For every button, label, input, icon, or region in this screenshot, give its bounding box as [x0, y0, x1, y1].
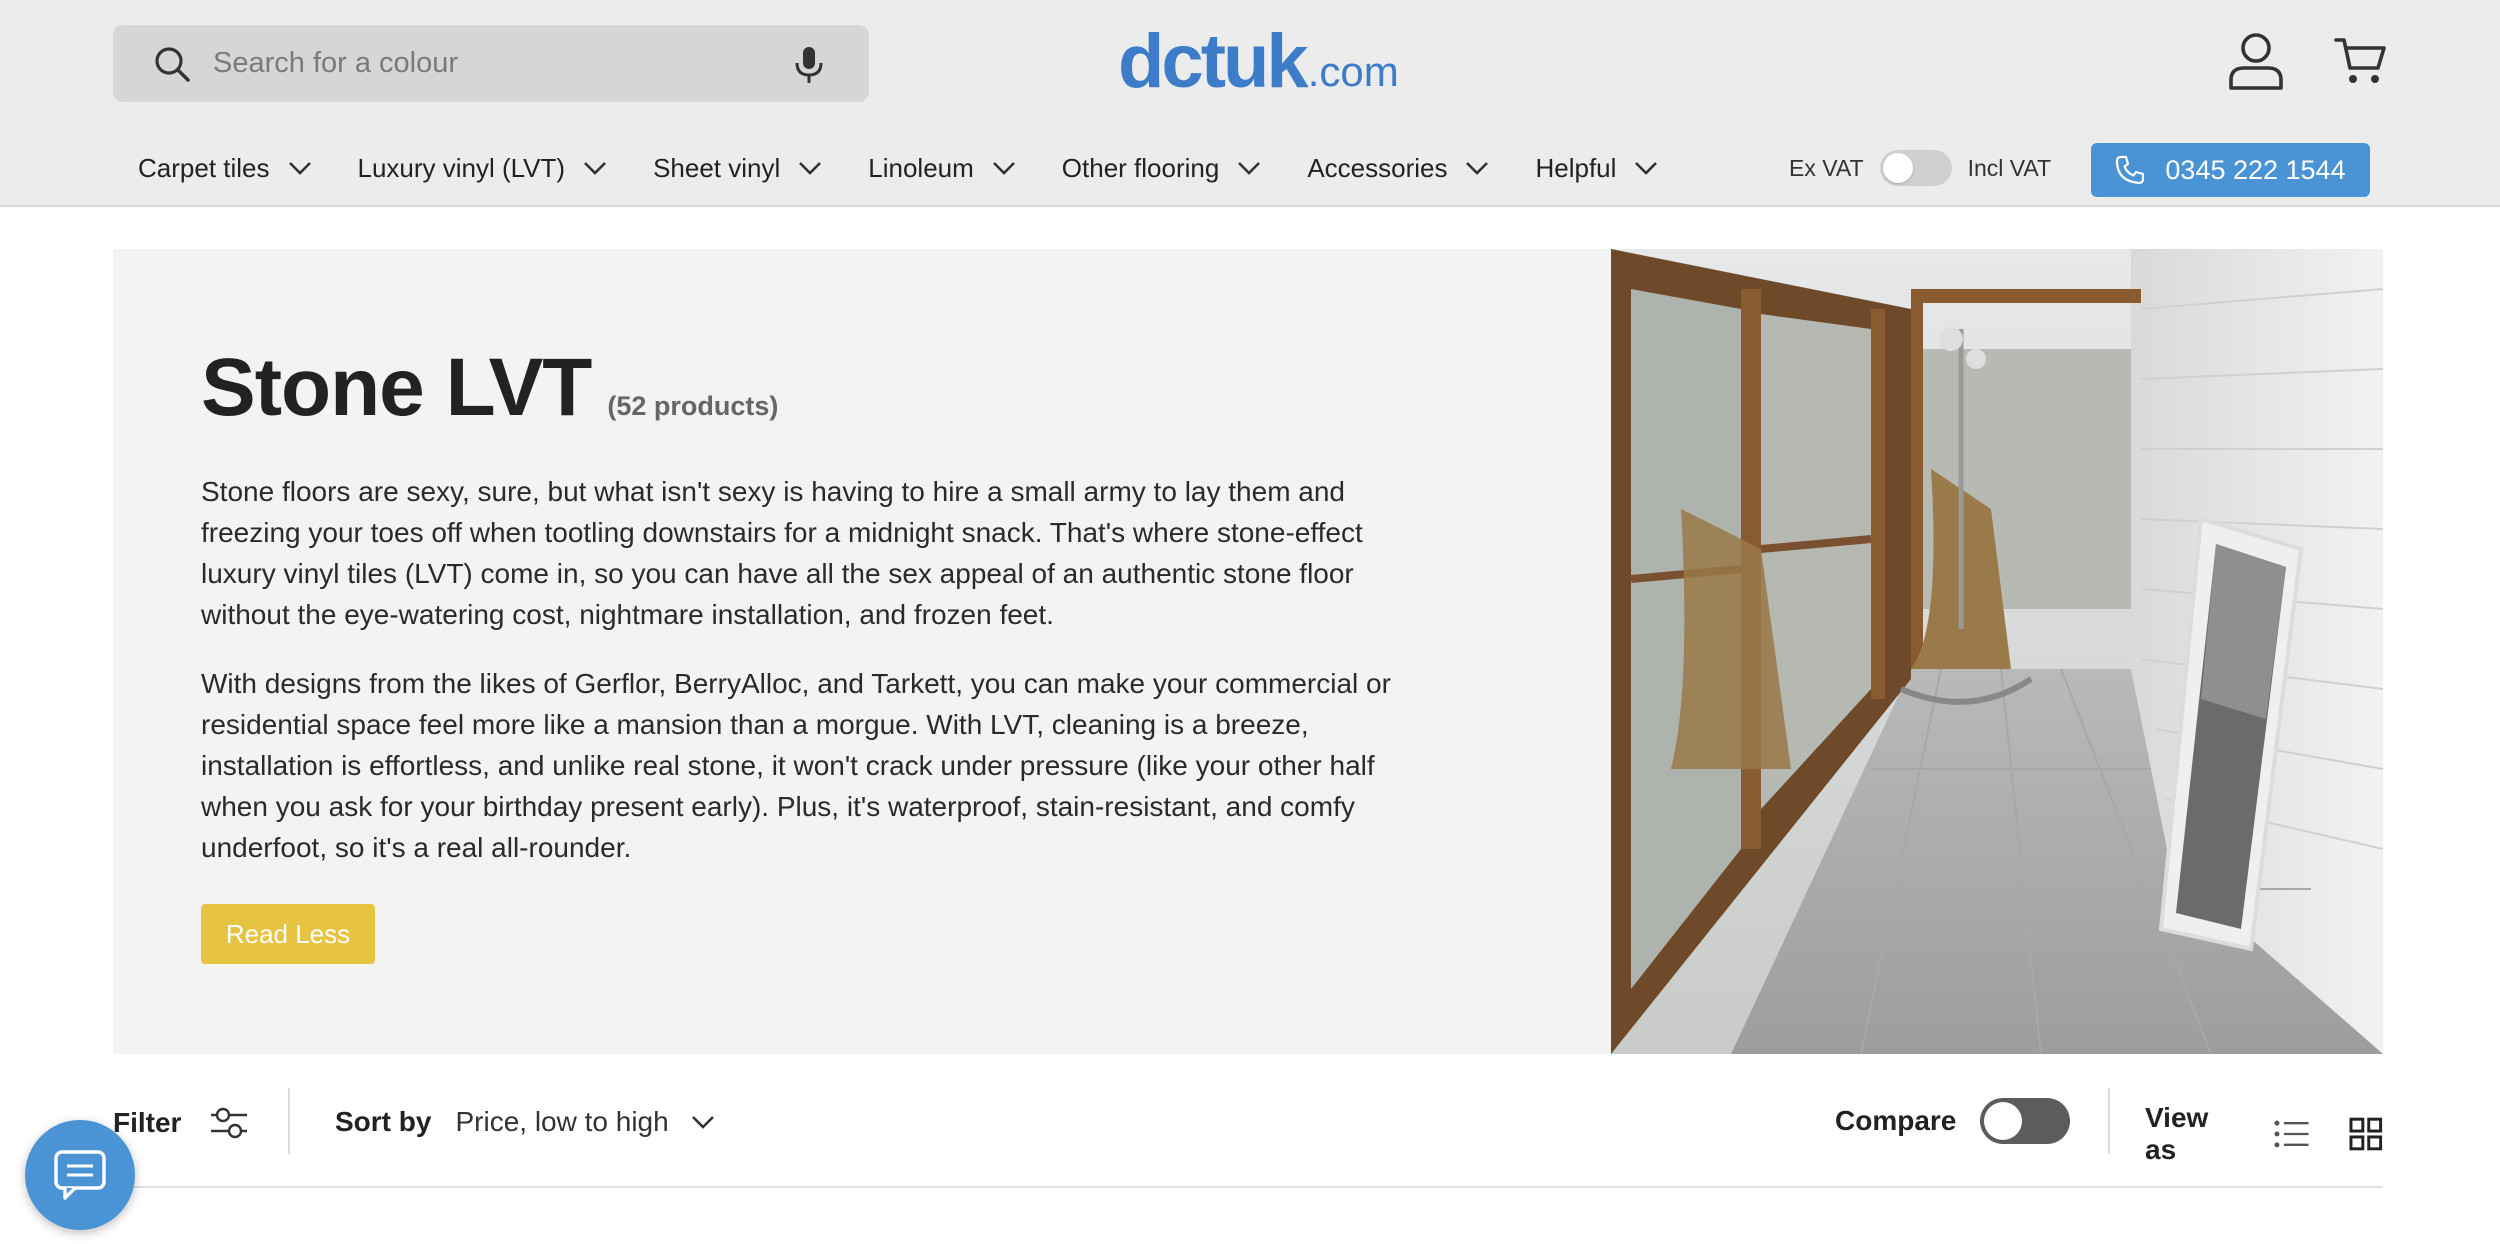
ex-vat-label: Ex VAT [1789, 154, 1864, 181]
nav-item-label: Accessories [1307, 152, 1448, 183]
main-navigation: Carpet tiles Luxury vinyl (LVT) Sheet vi… [138, 148, 1704, 188]
list-view-icon[interactable] [2274, 1119, 2310, 1149]
filter-button[interactable]: Filter [113, 1106, 249, 1140]
toolbar-divider [288, 1088, 290, 1154]
sort-label: Sort by [335, 1106, 432, 1137]
chevron-down-icon [1466, 162, 1489, 175]
compare-switch: Compare [1835, 1098, 2071, 1144]
chevron-down-icon [799, 162, 822, 175]
product-toolbar: Filter Sort by Price, low to high Compar… [113, 1078, 2383, 1188]
phone-button[interactable]: 0345 222 1544 [2091, 143, 2370, 197]
nav-item-label: Linoleum [868, 152, 974, 183]
nav-item-carpet-tiles[interactable]: Carpet tiles [138, 153, 312, 184]
search-input[interactable] [213, 25, 773, 102]
nav-item-sheet-vinyl[interactable]: Sheet vinyl [653, 153, 822, 184]
grid-view-icon[interactable] [2349, 1117, 2383, 1151]
phone-number: 0345 222 1544 [2165, 154, 2346, 185]
nav-item-luxury-vinyl[interactable]: Luxury vinyl (LVT) [358, 153, 608, 184]
view-as-label: View as [2145, 1102, 2209, 1165]
filter-label: Filter [113, 1107, 182, 1138]
nav-item-label: Carpet tiles [138, 152, 270, 183]
description-paragraph: Stone floors are sexy, sure, but what is… [201, 476, 1363, 630]
filter-icon [211, 1107, 248, 1139]
nav-item-label: Helpful [1535, 152, 1617, 183]
incl-vat-label: Incl VAT [1967, 154, 2052, 181]
vat-toggle[interactable] [1879, 150, 1952, 186]
site-header: dctuk .com Carpet tiles Luxury vinyl (LV… [0, 0, 2500, 207]
chat-icon [54, 1150, 106, 1200]
chevron-down-icon [584, 162, 606, 175]
chevron-down-icon [1238, 162, 1261, 175]
sort-value: Price, low to high [455, 1106, 669, 1137]
chevron-down-icon [288, 162, 311, 175]
title-row: Stone LVT (52 products) [201, 341, 1391, 435]
nav-item-accessories[interactable]: Accessories [1307, 153, 1489, 184]
product-count: (52 products) [607, 391, 779, 421]
page-title: Stone LVT [201, 342, 592, 433]
compare-toggle[interactable] [1980, 1098, 2071, 1144]
nav-item-label: Sheet vinyl [653, 152, 781, 183]
toggle-knob [1882, 153, 1913, 183]
collection-description: Stone LVT (52 products) Stone floors are… [201, 341, 1391, 868]
search-bar[interactable] [113, 25, 869, 102]
view-as-control: View as [2145, 1102, 2383, 1166]
chevron-down-icon [992, 162, 1015, 175]
chevron-down-icon [1635, 162, 1658, 175]
microphone-icon[interactable] [791, 45, 827, 85]
hero-image [1611, 249, 2383, 1054]
nav-item-label: Other flooring [1061, 152, 1220, 183]
chevron-down-icon [691, 1116, 714, 1129]
logo-domain: .com [1307, 48, 1399, 95]
account-icon[interactable] [2228, 32, 2284, 90]
collection-hero: Stone LVT (52 products) Stone floors are… [113, 249, 2383, 1054]
compare-label: Compare [1835, 1105, 1957, 1136]
description-paragraph: With designs from the likes of Gerflor, … [201, 668, 1391, 863]
chat-button[interactable] [25, 1120, 135, 1230]
cart-icon[interactable] [2334, 36, 2386, 86]
toggle-knob [1984, 1102, 2023, 1140]
site-logo[interactable]: dctuk .com [1118, 20, 1399, 100]
nav-item-helpful[interactable]: Helpful [1535, 153, 1658, 184]
toolbar-divider [2108, 1088, 2110, 1154]
sort-select[interactable]: Sort by Price, low to high [335, 1106, 715, 1138]
phone-icon [2116, 155, 2145, 185]
nav-item-label: Luxury vinyl (LVT) [357, 152, 566, 183]
read-less-button[interactable]: Read Less [201, 904, 375, 964]
logo-wordmark: dctuk [1118, 19, 1309, 104]
nav-item-linoleum[interactable]: Linoleum [868, 153, 1016, 184]
nav-item-other-flooring[interactable]: Other flooring [1062, 153, 1262, 184]
search-icon[interactable] [153, 45, 191, 83]
vat-switch: Ex VAT Incl VAT [1789, 150, 2051, 186]
